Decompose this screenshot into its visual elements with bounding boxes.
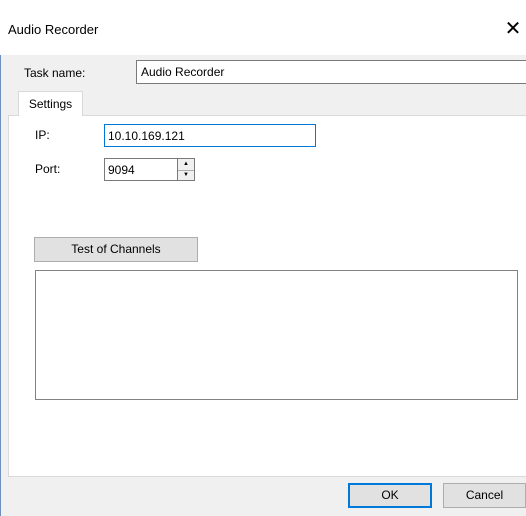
port-spinner[interactable]: ▲ ▼: [178, 158, 195, 181]
window-title: Audio Recorder: [8, 22, 99, 37]
port-input[interactable]: [104, 158, 178, 181]
test-of-channels-button[interactable]: Test of Channels: [34, 237, 198, 262]
cancel-button[interactable]: Cancel: [443, 483, 526, 508]
spin-down-icon[interactable]: ▼: [178, 170, 194, 181]
task-name-label: Task name:: [24, 66, 86, 80]
port-label: Port:: [35, 162, 61, 176]
ok-button[interactable]: OK: [348, 483, 432, 508]
close-icon[interactable]: ✕: [500, 14, 526, 44]
channels-output-box[interactable]: [35, 270, 518, 400]
task-name-input[interactable]: [136, 60, 526, 84]
ip-label: IP:: [35, 128, 50, 142]
ip-input[interactable]: [104, 124, 316, 147]
tab-settings[interactable]: Settings: [18, 91, 83, 116]
